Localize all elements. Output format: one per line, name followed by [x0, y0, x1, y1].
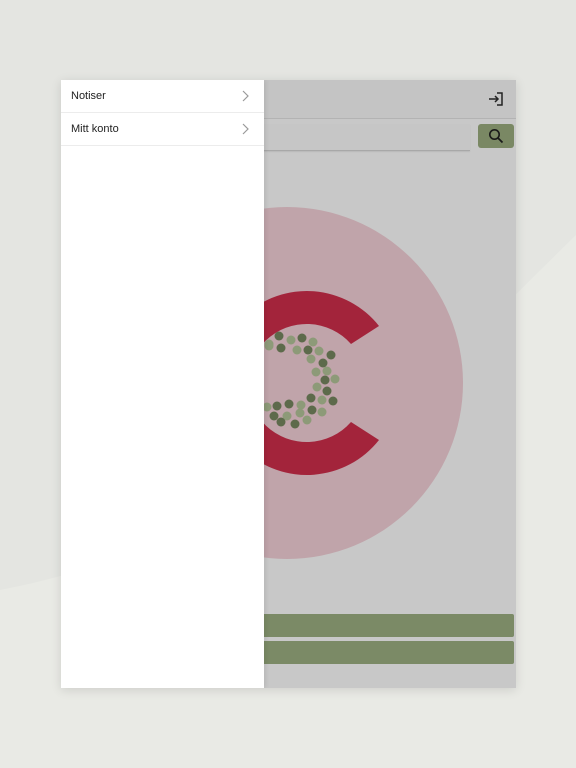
- drawer-item-label: Notiser: [71, 90, 106, 102]
- side-drawer: Notiser Mitt konto: [61, 80, 264, 688]
- drawer-item-label: Mitt konto: [71, 123, 119, 135]
- chevron-right-icon: [242, 123, 249, 135]
- app-screen: ETLÄNK (TEST) TILL LADIES CUP Notiser Mi…: [61, 80, 516, 688]
- drawer-item-mitt-konto[interactable]: Mitt konto: [61, 113, 264, 146]
- chevron-right-icon: [242, 90, 249, 102]
- drawer-item-notiser[interactable]: Notiser: [61, 80, 264, 113]
